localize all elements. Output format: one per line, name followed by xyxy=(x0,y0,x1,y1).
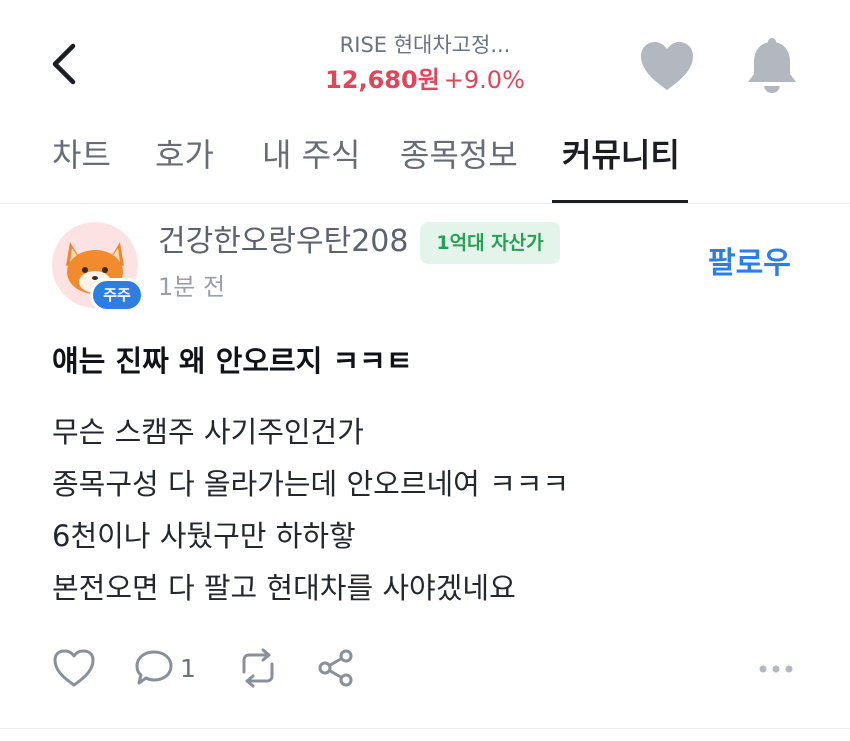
heart-icon xyxy=(641,42,693,90)
comment-button[interactable] xyxy=(134,648,174,692)
chevron-left-icon xyxy=(52,43,76,85)
stock-change-percent: +9.0% xyxy=(443,66,525,94)
bell-icon xyxy=(748,38,796,93)
back-button[interactable] xyxy=(40,40,88,88)
stock-name: RISE 현대차고정... xyxy=(339,33,511,57)
tab-community[interactable]: 커뮤니티 xyxy=(562,134,680,190)
shareholder-badge: 주주 xyxy=(90,278,144,312)
tab-stock-info[interactable]: 종목정보 xyxy=(400,134,518,190)
post-body: 무슨 스캠주 사기주인건가 종목구성 다 올라가는데 안오르네여 ㅋㅋㅋ 6천이… xyxy=(52,406,812,614)
post-body-line: 무슨 스캠주 사기주인건가 xyxy=(52,415,364,449)
repost-icon xyxy=(242,648,274,688)
post-time: 1분 전 xyxy=(158,273,226,301)
post-body-line: 6천이나 사뒀구만 하하핳 xyxy=(52,519,356,553)
comment-icon xyxy=(135,650,173,685)
active-tab-indicator xyxy=(552,200,688,203)
repost-button[interactable] xyxy=(236,648,280,692)
heart-outline-icon xyxy=(53,649,95,687)
stock-header: RISE 현대차고정... 12,680원 +9.0% xyxy=(250,30,600,98)
stock-price: 12,680원 xyxy=(325,66,440,94)
asset-rank-badge: 1억대 자산가 xyxy=(420,222,560,264)
divider xyxy=(0,728,850,729)
alert-button[interactable] xyxy=(744,36,800,94)
tab-my-stock[interactable]: 내 주식 xyxy=(262,134,361,190)
like-button[interactable] xyxy=(52,648,96,692)
share-icon xyxy=(318,649,353,687)
more-icon xyxy=(759,665,793,673)
more-button[interactable] xyxy=(758,660,794,679)
favorite-button[interactable] xyxy=(638,40,696,92)
author-username[interactable]: 건강한오랑우탄208 xyxy=(158,222,408,262)
comment-count: 1 xyxy=(180,654,196,683)
top-bar: RISE 현대차고정... 12,680원 +9.0% xyxy=(0,0,850,120)
post-body-line: 본전오면 다 팔고 현대차를 사야겠네요 xyxy=(52,571,516,605)
tab-bar: 차트 호가 내 주식 종목정보 커뮤니티 xyxy=(0,120,850,204)
stock-price-line: 12,680원 +9.0% xyxy=(250,62,600,98)
post-body-line: 종목구성 다 올라가는데 안오르네여 ㅋㅋㅋ xyxy=(52,467,570,501)
share-button[interactable] xyxy=(316,648,356,692)
post-actions: 1 xyxy=(0,640,850,700)
tab-chart[interactable]: 차트 xyxy=(52,134,111,190)
tab-orderbook[interactable]: 호가 xyxy=(155,134,214,190)
follow-button[interactable]: 팔로우 xyxy=(708,244,791,284)
post-title: 얘는 진짜 왜 안오르지 ㅋㅋㅌ xyxy=(52,344,413,378)
